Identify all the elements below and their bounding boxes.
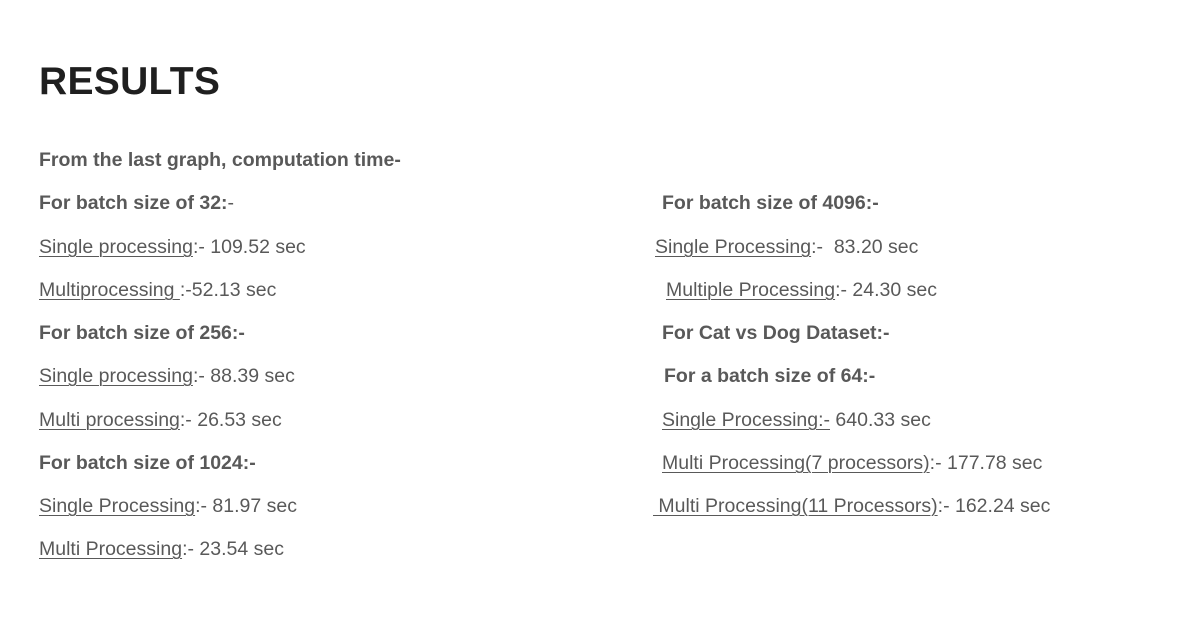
- batch-1024-heading: For batch size of 1024:-: [39, 452, 256, 474]
- cat-dog-single-line: Single Processing:- 640.33 sec: [662, 407, 931, 433]
- batch-1024-single-line: Single Processing:- 81.97 sec: [39, 493, 297, 519]
- batch-256-multi-label: Multi processing: [39, 409, 180, 431]
- cat-dog-multi7-value: :- 177.78 sec: [929, 452, 1043, 474]
- cat-dog-single-value: 640.33 sec: [830, 409, 931, 431]
- batch-32-single-value: :- 109.52 sec: [192, 236, 306, 258]
- batch-32-multi-line: Multiprocessing :-52.13 sec: [39, 277, 276, 303]
- batch-4096-multi-line: Multiple Processing:- 24.30 sec: [666, 277, 937, 303]
- batch-4096-multi-label: Multiple Processing: [666, 279, 836, 301]
- batch-32-heading-suffix: -: [227, 192, 235, 214]
- intro-text: From the last graph, computation time-: [39, 149, 401, 171]
- cat-dog-multi7-line: Multi Processing(7 processors):- 177.78 …: [662, 450, 1042, 476]
- batch-32-single-line: Single processing:- 109.52 sec: [39, 234, 306, 260]
- batch-32-multi-label: Multiprocessing: [39, 279, 180, 301]
- batch-32-heading: For batch size of 32:-: [39, 190, 234, 216]
- batch-4096-single-value: :- 83.20 sec: [811, 236, 919, 258]
- batch-1024-multi-line: Multi Processing:- 23.54 sec: [39, 536, 284, 562]
- batch-256-single-line: Single processing:- 88.39 sec: [39, 363, 295, 389]
- cat-dog-multi11-line: Multi Processing(11 Processors):- 162.24…: [653, 493, 1050, 519]
- batch-256-multi-value: :- 26.53 sec: [179, 409, 282, 431]
- cat-dog-single-label: Single Processing:-: [662, 409, 830, 431]
- cat-dog-heading: For Cat vs Dog Dataset:-: [662, 322, 890, 344]
- batch-1024-multi-value: :- 23.54 sec: [182, 538, 284, 560]
- batch-32-multi-value: :-52.13 sec: [179, 279, 277, 301]
- batch-32-heading-bold: For batch size of 32:: [39, 192, 228, 214]
- cat-dog-batch-heading: For a batch size of 64:-: [664, 365, 876, 387]
- batch-4096-heading: For batch size of 4096:-: [662, 192, 879, 214]
- batch-256-single-label: Single processing: [39, 365, 193, 387]
- batch-32-single-label: Single processing: [39, 236, 193, 258]
- cat-dog-multi11-value: :- 162.24 sec: [937, 495, 1051, 517]
- batch-1024-single-label: Single Processing: [39, 495, 196, 517]
- cat-dog-multi11-label: Multi Processing(11 Processors): [653, 495, 938, 517]
- batch-4096-single-label: Single Processing: [655, 236, 812, 258]
- cat-dog-multi7-label: Multi Processing(7 processors): [662, 452, 930, 474]
- batch-1024-single-value: :- 81.97 sec: [195, 495, 297, 517]
- batch-4096-multi-value: :- 24.30 sec: [835, 279, 937, 301]
- batch-256-heading: For batch size of 256:-: [39, 322, 245, 344]
- batch-256-single-value: :- 88.39 sec: [192, 365, 295, 387]
- page-title: RESULTS: [39, 60, 221, 103]
- batch-1024-multi-label: Multi Processing: [39, 538, 183, 560]
- batch-256-multi-line: Multi processing:- 26.53 sec: [39, 407, 282, 433]
- batch-4096-single-line: Single Processing:- 83.20 sec: [655, 234, 918, 260]
